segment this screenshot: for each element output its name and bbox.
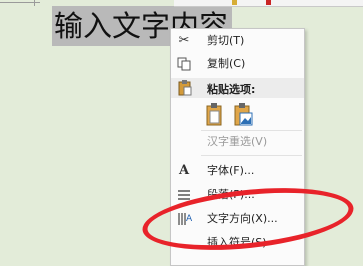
menu-item-font[interactable]: A 字体(F)... xyxy=(171,160,304,182)
menu-item-reconvert: 汉字重选(V) xyxy=(207,135,268,148)
copy-icon xyxy=(176,56,192,72)
clipboard-icon xyxy=(178,80,192,99)
keep-source-formatting-icon[interactable] xyxy=(205,103,225,127)
paste-options-header: 粘贴选项: xyxy=(171,78,304,98)
picture-icon[interactable] xyxy=(233,103,253,127)
menu-separator xyxy=(201,155,302,156)
menu-item-cut[interactable]: ✂ 剪切(T) xyxy=(171,30,304,52)
scissors-icon: ✂ xyxy=(178,33,190,48)
font-icon: A xyxy=(178,163,190,178)
mini-toolbar[interactable] xyxy=(174,0,363,7)
ruler-tick xyxy=(34,0,35,6)
menu-item-copy[interactable]: 复制(C) xyxy=(171,53,304,75)
font-color-icon[interactable] xyxy=(266,0,271,5)
highlight-color-icon[interactable] xyxy=(232,0,237,5)
